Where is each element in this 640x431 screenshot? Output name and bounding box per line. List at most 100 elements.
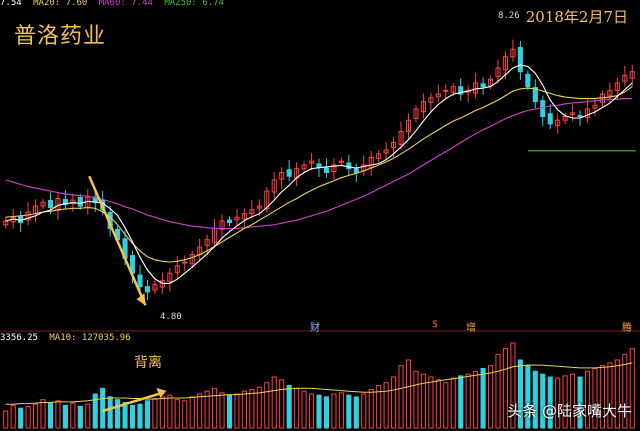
volume-bar	[361, 393, 367, 429]
volume-bar	[495, 353, 501, 429]
volume-bar	[473, 370, 479, 429]
volume-bar	[47, 402, 54, 429]
volume-bar	[122, 402, 128, 429]
volume-bar	[435, 379, 441, 429]
legend-ma60: MA60: 7.44	[98, 0, 153, 8]
volume-bar	[286, 385, 292, 429]
candle-body	[525, 73, 531, 88]
volume-bar	[226, 394, 233, 429]
candle-body	[346, 162, 352, 170]
volume-bar	[301, 390, 307, 429]
volume-bar	[70, 402, 76, 429]
volume-bar	[167, 394, 173, 429]
volume-bar	[420, 373, 426, 429]
volume-bar	[398, 365, 404, 429]
volume-bar	[413, 370, 419, 429]
volume-bar	[107, 396, 113, 429]
divergence-label: 背离	[134, 355, 162, 371]
divergence-arrow	[88, 175, 147, 306]
volume-bar	[323, 396, 330, 429]
low-price-label: 4.80	[160, 312, 182, 322]
candlestick-series	[3, 39, 635, 301]
volume-bar	[279, 379, 285, 429]
volume-bar	[241, 390, 247, 429]
volume-bar	[62, 404, 68, 429]
volume-bar	[77, 405, 83, 429]
volume-bar	[316, 394, 322, 429]
volume-bar	[3, 410, 9, 429]
candle-body	[316, 163, 322, 168]
volume-bar	[488, 365, 494, 429]
volume-bar	[428, 376, 434, 429]
volume-bar	[212, 387, 218, 429]
volume-bar	[443, 382, 449, 429]
candle-body	[286, 169, 292, 177]
volume-bar	[234, 393, 240, 429]
marker-dividend: $	[432, 319, 439, 330]
volume-bar	[249, 388, 255, 429]
candle-body	[77, 196, 83, 207]
volume-bar	[368, 388, 374, 429]
ma-legend: 7.54 MA20: 7.60 MA60: 7.44 MA250: 6.74	[0, 0, 230, 10]
legend-ma20: MA20: 7.60	[33, 0, 88, 8]
volume-bar	[189, 396, 195, 429]
volume-bar	[338, 392, 344, 429]
volume-bar	[331, 393, 337, 429]
volume-bar	[10, 404, 16, 429]
candle-body	[577, 114, 583, 117]
volume-bar	[159, 396, 165, 429]
moving-average-lines	[5, 64, 636, 284]
volume-bar	[33, 403, 39, 429]
volume-bar	[40, 399, 46, 429]
volume-bar	[144, 400, 150, 429]
stock-title: 普洛药业	[14, 24, 107, 49]
candle-body	[353, 168, 359, 173]
volume-bar	[465, 373, 471, 429]
candle-body	[144, 286, 150, 293]
legend-ma250: MA250: 6.74	[164, 0, 224, 8]
volume-bar	[85, 403, 91, 429]
volume-bar	[346, 394, 352, 429]
watermark: 头条 @陆家嘴大牛	[507, 402, 632, 420]
volume-bar	[294, 387, 300, 429]
volume-bar	[308, 393, 315, 429]
marker-increase: 增	[466, 323, 476, 334]
volume-last: 3356.25	[0, 333, 38, 343]
candle-body	[480, 83, 486, 88]
candle-body	[540, 100, 546, 117]
volume-bar	[271, 376, 277, 429]
volume-ma10: MA10: 127035.96	[49, 333, 131, 343]
volume-bar	[100, 387, 106, 429]
volume-bar	[129, 404, 136, 429]
volume-bar	[197, 393, 203, 429]
volume-bar	[182, 400, 188, 429]
kline-chart	[0, 39, 640, 429]
volume-bar	[174, 399, 180, 429]
date-label: 2018年2月7日	[525, 8, 628, 26]
volume-bar	[137, 403, 143, 429]
candle-body	[226, 219, 233, 223]
volume-bar	[219, 392, 225, 429]
volume-bar	[55, 400, 61, 429]
volume-bar	[25, 405, 31, 429]
marker-finance: 财	[310, 323, 320, 334]
volume-bar	[391, 376, 397, 429]
volume-bar	[458, 375, 464, 429]
volume-legend: 3356.25 MA10: 127035.96	[0, 333, 137, 343]
volume-bar	[480, 368, 486, 429]
volume-bar	[353, 396, 359, 429]
candle-body	[137, 274, 143, 288]
volume-bar	[18, 407, 24, 429]
volume-bar	[152, 398, 158, 429]
volume-bar	[264, 382, 270, 429]
volume-bar	[115, 399, 121, 429]
candle-body	[47, 200, 54, 209]
candle-body	[547, 113, 553, 125]
candle-body	[323, 167, 330, 173]
peak-price-label: 8.26	[498, 11, 520, 21]
marker-teng: 腾	[622, 323, 632, 334]
arrow-shaft	[88, 175, 147, 306]
volume-bar	[450, 377, 456, 429]
legend-last: 7.54	[0, 0, 22, 8]
volume-bar	[405, 359, 412, 429]
